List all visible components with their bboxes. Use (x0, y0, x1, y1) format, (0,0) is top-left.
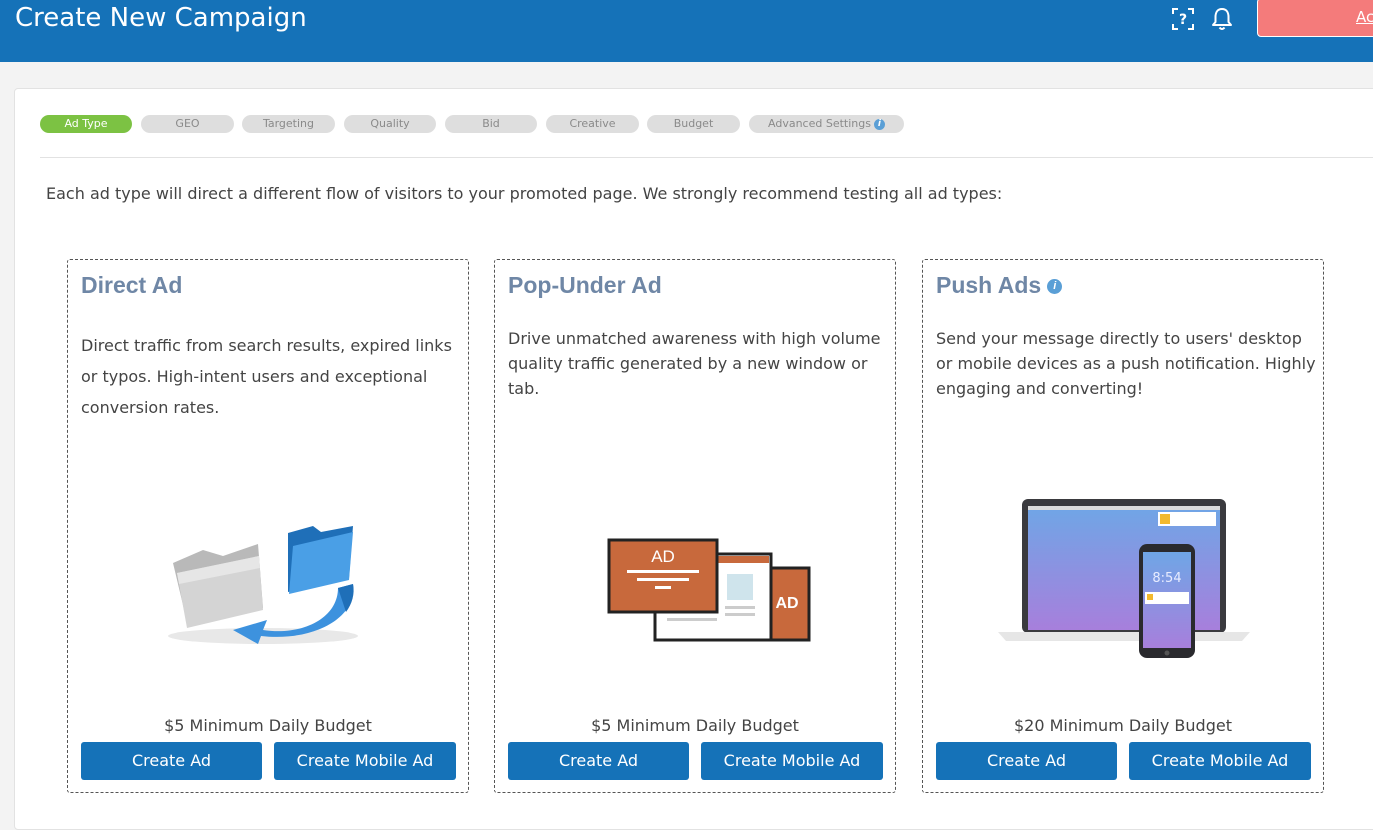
create-ad-button[interactable]: Create Ad (936, 742, 1117, 780)
step-label: Creative (569, 117, 616, 130)
step-budget[interactable]: Budget (647, 115, 740, 133)
card-description: Send your message directly to users' des… (936, 329, 1316, 398)
card-title-text: Push Ads (936, 272, 1042, 298)
step-bid[interactable]: Bid (445, 115, 537, 133)
info-icon[interactable]: i (873, 118, 885, 130)
top-bar: Create New Campaign ? Ac (0, 0, 1373, 62)
direct-ad-illustration-icon (168, 526, 358, 644)
account-button[interactable]: Ac (1257, 0, 1373, 37)
step-label: Targeting (262, 117, 315, 130)
intro-text: Each ad type will direct a different flo… (46, 184, 1003, 203)
create-mobile-ad-button[interactable]: Create Mobile Ad (701, 742, 883, 780)
pop-under-illustration-icon: AD AD (607, 538, 811, 642)
create-mobile-ad-button[interactable]: Create Mobile Ad (274, 742, 456, 780)
help-tour-icon[interactable]: ? (1170, 6, 1196, 32)
ad-label: AD (775, 595, 798, 612)
card-description: Direct traffic from search results, expi… (81, 336, 452, 417)
divider (40, 157, 1373, 158)
create-mobile-ad-button[interactable]: Create Mobile Ad (1129, 742, 1311, 780)
step-geo[interactable]: GEO (141, 115, 234, 133)
step-ad-type[interactable]: Ad Type (40, 115, 132, 133)
account-button-label: Ac (1356, 8, 1373, 26)
card-title: Pop-Under Ad (508, 272, 662, 299)
ad-type-card-direct: Direct Ad Direct traffic from search res… (67, 259, 469, 793)
step-label: Budget (673, 117, 714, 130)
min-budget: $5 Minimum Daily Budget (591, 716, 799, 735)
ad-type-card-pop-under: Pop-Under Ad Drive unmatched awareness w… (494, 259, 896, 793)
card-title: Push Ads i (936, 272, 1063, 299)
step-creative[interactable]: Creative (546, 115, 639, 133)
step-quality[interactable]: Quality (344, 115, 436, 133)
create-ad-button[interactable]: Create Ad (508, 742, 689, 780)
notifications-bell-icon[interactable] (1209, 6, 1235, 32)
step-advanced-settings[interactable]: Advanced Settings i (749, 115, 904, 133)
ad-label: AD (651, 547, 675, 566)
push-ads-illustration-icon: 8:54 (998, 499, 1250, 658)
min-budget: $20 Minimum Daily Budget (1014, 716, 1232, 735)
card-title-text: Direct Ad (81, 272, 183, 298)
card-title-text: Pop-Under Ad (508, 272, 662, 298)
min-budget: $5 Minimum Daily Budget (164, 716, 372, 735)
step-label: Bid (482, 117, 500, 130)
info-icon[interactable]: i (1047, 279, 1063, 295)
step-label: Advanced Settings (768, 117, 871, 130)
ad-type-card-push: Push Ads i Send your message directly to … (922, 259, 1324, 793)
page-title: Create New Campaign (15, 3, 307, 33)
svg-text:?: ? (1179, 12, 1187, 28)
card-title: Direct Ad (81, 272, 182, 299)
step-label: Ad Type (64, 117, 108, 130)
create-ad-button[interactable]: Create Ad (81, 742, 262, 780)
step-label: Quality (370, 117, 410, 130)
card-description: Drive unmatched awareness with high volu… (508, 329, 881, 398)
step-targeting[interactable]: Targeting (242, 115, 335, 133)
step-label: GEO (175, 117, 200, 130)
phone-clock: 8:54 (1152, 571, 1181, 586)
